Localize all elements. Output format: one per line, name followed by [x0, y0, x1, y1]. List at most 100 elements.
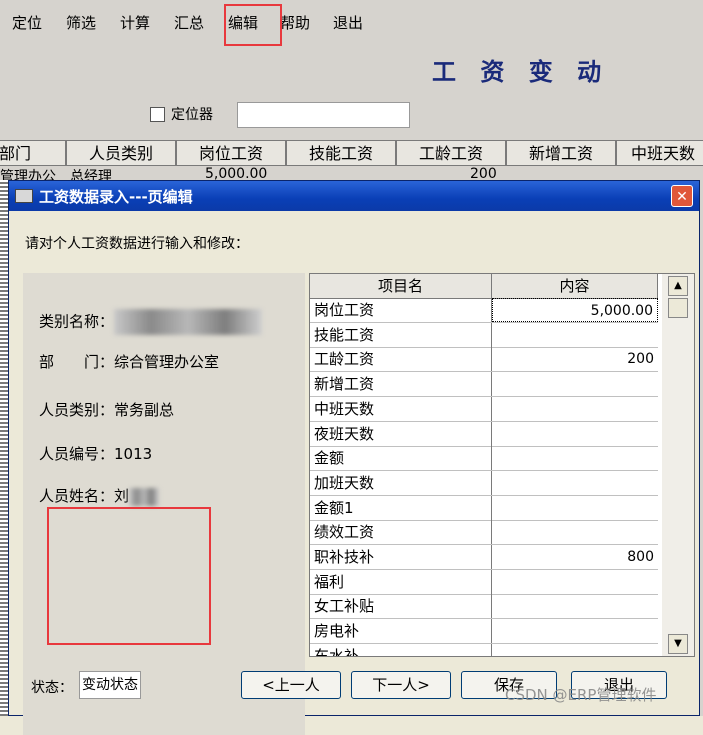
- grid-item-name: 夜班天数: [310, 421, 492, 446]
- employee-id-row: 人员编号：1013: [39, 443, 152, 464]
- grid-item-value[interactable]: [492, 520, 658, 544]
- table-cell[interactable]: 5,000.00: [205, 166, 285, 180]
- grid-item-value[interactable]: 200: [492, 347, 658, 371]
- status-label: 状态：: [31, 680, 73, 696]
- grid-item-value[interactable]: [492, 594, 658, 618]
- grid-row[interactable]: 绩效工资: [310, 520, 658, 546]
- employee-name-redacted: [129, 487, 160, 506]
- person-type-value: 常务副总: [114, 401, 175, 419]
- grid-row[interactable]: 女工补贴: [310, 594, 658, 620]
- table-row-stripes: [0, 180, 8, 716]
- grid-item-value[interactable]: [492, 323, 658, 347]
- grid-item-value[interactable]: [492, 619, 658, 643]
- menu-help[interactable]: 帮助: [280, 12, 310, 33]
- grid-header-value[interactable]: 内容: [492, 274, 658, 298]
- grid-item-value[interactable]: [492, 446, 658, 470]
- grid-item-value[interactable]: 5,000.00: [492, 298, 658, 322]
- menu-filter[interactable]: 筛选: [66, 12, 96, 33]
- arrow-down-icon: ▼: [674, 638, 682, 649]
- locator-input[interactable]: [237, 102, 410, 128]
- column-header[interactable]: 岗位工资: [176, 140, 286, 166]
- grid-row[interactable]: 金额1: [310, 495, 658, 521]
- scroll-down-button[interactable]: ▼: [668, 634, 688, 654]
- grid-item-value[interactable]: [492, 471, 658, 495]
- grid-item-name: 车水补: [310, 643, 492, 656]
- department-row: 部 门：综合管理办公室: [39, 351, 219, 372]
- arrow-up-icon: ▲: [674, 280, 682, 291]
- employee-name-label: 人员姓名：: [39, 487, 115, 505]
- menu-exit[interactable]: 退出: [333, 12, 363, 33]
- grid-item-name: 金额: [310, 446, 492, 471]
- grid-item-value[interactable]: [492, 397, 658, 421]
- dialog-titlebar[interactable]: 工资数据录入---页编辑 ✕: [9, 181, 699, 211]
- grid-header-item[interactable]: 项目名: [310, 274, 492, 298]
- category-row: 类别名称：: [39, 309, 263, 335]
- column-header[interactable]: 新增工资: [506, 140, 616, 166]
- menu-locate[interactable]: 定位: [12, 12, 42, 33]
- department-label: 部 门：: [39, 353, 115, 371]
- grid-item-name: 工龄工资: [310, 347, 492, 372]
- grid-item-value[interactable]: [492, 372, 658, 396]
- grid-item-name: 金额1: [310, 495, 492, 520]
- table-cell[interactable]: 总经理: [70, 166, 170, 180]
- table-cell[interactable]: 管理办公: [0, 166, 64, 180]
- category-label: 类别名称：: [39, 312, 115, 331]
- grid-row[interactable]: 金额: [310, 446, 658, 472]
- grid-row[interactable]: 工龄工资 200: [310, 347, 658, 373]
- grid-row[interactable]: 新增工资: [310, 372, 658, 398]
- column-header[interactable]: 部门: [0, 140, 66, 166]
- menu-calculate[interactable]: 计算: [120, 12, 150, 33]
- menu-summary[interactable]: 汇总: [174, 12, 204, 33]
- grid-row[interactable]: 技能工资: [310, 322, 658, 348]
- grid-item-name: 加班天数: [310, 470, 492, 495]
- grid-row[interactable]: 职补技补 800: [310, 545, 658, 570]
- grid-row[interactable]: 车水补: [310, 643, 658, 656]
- close-button[interactable]: ✕: [671, 185, 693, 207]
- grid-row[interactable]: 房电补: [310, 619, 658, 645]
- photo-area-highlight-box: [47, 507, 211, 645]
- grid-item-name: 绩效工资: [310, 520, 492, 545]
- employee-id-value: 1013: [114, 445, 153, 463]
- grid-item-name: 职补技补: [310, 545, 492, 569]
- grid-item-value[interactable]: 800: [492, 545, 658, 569]
- employee-name-value: 刘: [114, 487, 130, 505]
- dialog-title: 工资数据录入---页编辑: [39, 188, 193, 206]
- grid-item-name: 新增工资: [310, 372, 492, 397]
- status-value: 变动状态: [79, 671, 141, 699]
- column-header[interactable]: 技能工资: [286, 140, 396, 166]
- dialog-prompt: 请对个人工资数据进行输入和修改：: [25, 236, 249, 252]
- window-icon: [15, 189, 33, 203]
- salary-table-background: 部门 人员类别 岗位工资 技能工资 工龄工资 新增工资 中班天数 管理办公 总经…: [0, 140, 703, 180]
- grid-row[interactable]: 加班天数: [310, 470, 658, 496]
- person-type-row: 人员类别：常务副总: [39, 399, 174, 420]
- column-header[interactable]: 工龄工资: [396, 140, 506, 166]
- prev-person-button[interactable]: <上一人: [241, 671, 341, 699]
- table-cell[interactable]: 200: [470, 166, 500, 180]
- grid-row[interactable]: 夜班天数: [310, 421, 658, 447]
- column-header[interactable]: 人员类别: [66, 140, 176, 166]
- grid-row[interactable]: 福利: [310, 569, 658, 595]
- grid-item-name: 岗位工资: [310, 298, 492, 322]
- person-type-label: 人员类别：: [39, 401, 115, 419]
- grid-vertical-scrollbar[interactable]: ▲ ▼: [662, 274, 694, 656]
- grid-item-name: 女工补贴: [310, 594, 492, 619]
- scroll-thumb[interactable]: [668, 298, 688, 318]
- grid-item-name: 福利: [310, 569, 492, 594]
- watermark: CSDN @ERP管理软件: [505, 686, 657, 704]
- department-value: 综合管理办公室: [114, 353, 220, 371]
- edit-menu-highlight-box: [224, 4, 282, 46]
- grid-row[interactable]: 中班天数: [310, 396, 658, 422]
- grid-item-value[interactable]: [492, 422, 658, 446]
- grid-item-value[interactable]: [492, 570, 658, 594]
- salary-entry-dialog: 工资数据录入---页编辑 ✕ 请对个人工资数据进行输入和修改： 类别名称： 部 …: [8, 180, 700, 735]
- grid-item-name: 中班天数: [310, 396, 492, 421]
- employee-info-panel: 类别名称： 部 门：综合管理办公室 人员类别：常务副总 人员编号：1013 人员…: [23, 273, 305, 735]
- next-person-button[interactable]: 下一人>: [351, 671, 451, 699]
- locator-checkbox[interactable]: [150, 106, 165, 122]
- grid-header: 项目名 内容: [310, 274, 658, 299]
- grid-row[interactable]: 岗位工资 5,000.00: [310, 298, 658, 323]
- scroll-up-button[interactable]: ▲: [668, 276, 688, 296]
- column-header[interactable]: 中班天数: [616, 140, 703, 166]
- grid-item-value[interactable]: [492, 496, 658, 520]
- grid-item-value[interactable]: [492, 644, 658, 656]
